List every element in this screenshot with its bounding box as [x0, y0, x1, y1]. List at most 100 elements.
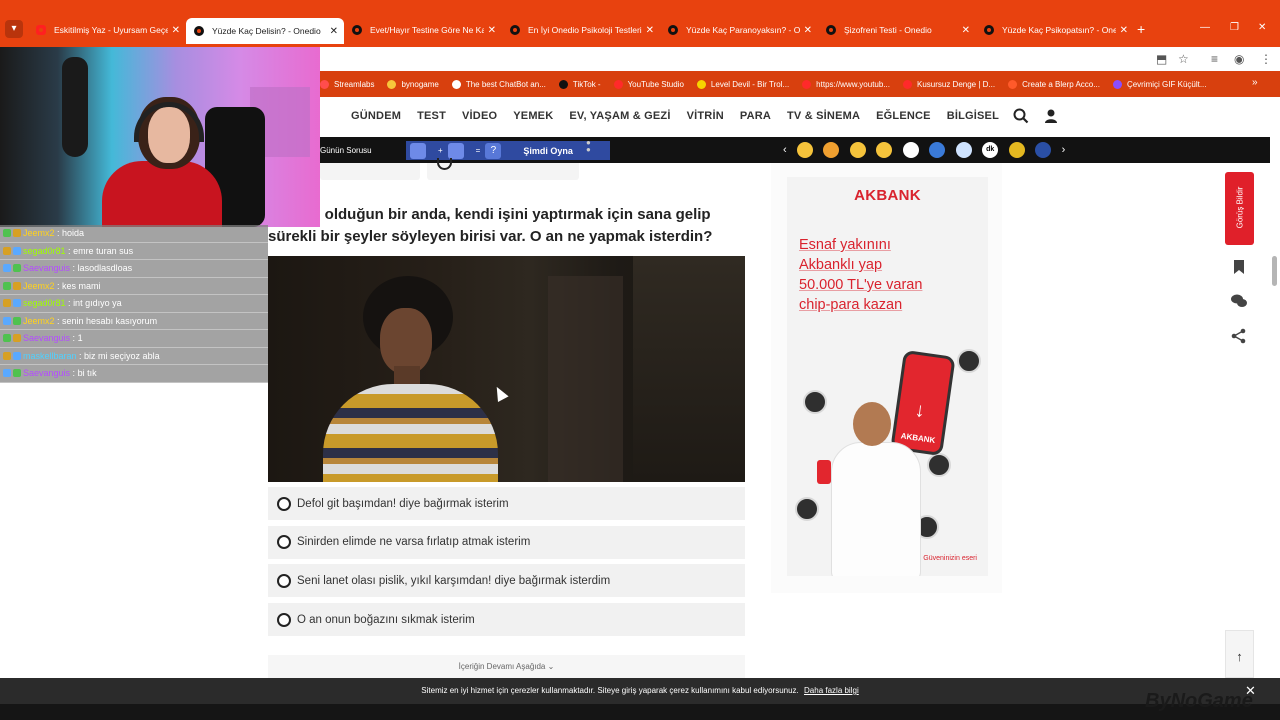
- share-icon[interactable]: [1230, 327, 1248, 345]
- comments-icon[interactable]: [1230, 292, 1248, 310]
- tab-close-icon[interactable]: ✕: [488, 25, 496, 36]
- nav-item-0[interactable]: GÜNDEM: [351, 110, 401, 122]
- user-icon[interactable]: [1042, 107, 1060, 125]
- answer-radio[interactable]: [277, 612, 291, 627]
- answer-label: Defol git başımdan! diye bağırmak isteri…: [297, 497, 509, 510]
- nav-item-8[interactable]: EĞLENCE: [876, 110, 931, 122]
- new-tab-button[interactable]: +: [1137, 21, 1145, 37]
- gunun-sorusu-label: Günün Sorusu: [320, 146, 372, 155]
- tab-close-icon[interactable]: ✕: [804, 25, 812, 36]
- answer-option-1[interactable]: Defol git başımdan! diye bağırmak isteri…: [268, 487, 745, 520]
- back-to-top-button[interactable]: ↑: [1225, 630, 1254, 678]
- onedio-icon: [510, 25, 520, 35]
- more-dots-icon[interactable]: ● ●: [586, 139, 591, 154]
- nav-item-5[interactable]: VİTRİN: [687, 110, 724, 122]
- browser-tab-1[interactable]: Yüzde Kaç Delisin? - Onedio ✕: [186, 18, 344, 44]
- chat-message: Saevanguis : bi tık: [0, 365, 268, 383]
- tab-close-icon[interactable]: ✕: [330, 26, 338, 37]
- install-app-icon[interactable]: ⬒: [1156, 52, 1167, 66]
- scrollbar-thumb[interactable]: [1272, 256, 1277, 286]
- browser-tab-2[interactable]: Evet/Hayır Testine Göre Ne Kad ✕: [344, 18, 502, 42]
- nav-item-2[interactable]: VİDEO: [462, 110, 497, 122]
- answer-option-2[interactable]: Sinirden elimde ne varsa fırlatıp atmak …: [268, 525, 745, 559]
- feedback-button[interactable]: Görüş Bildir: [1225, 172, 1254, 245]
- emoji-snow-icon[interactable]: [1035, 142, 1052, 158]
- content-continues-button[interactable]: İçeriğin Devamı Aşağıda ⌄: [268, 655, 745, 678]
- chat-badge-icon: [3, 369, 11, 377]
- browser-tab-5[interactable]: Şizofreni Testi - Onedio ✕: [818, 18, 976, 42]
- emoji-money-icon[interactable]: [1008, 142, 1025, 158]
- emoji-sad-icon[interactable]: [849, 142, 866, 158]
- minimize-icon[interactable]: —: [1200, 22, 1210, 33]
- bookmark-item[interactable]: Çevrimiçi GIF Küçült...: [1112, 79, 1207, 89]
- browser-tab-3[interactable]: En İyi Onedio Psikoloji Testleri ✕: [502, 18, 660, 42]
- bookmark-favicon-icon: [451, 79, 461, 89]
- bookmark-favicon-icon: [1008, 79, 1018, 89]
- answer-radio[interactable]: [277, 535, 291, 550]
- emoji-prev-icon[interactable]: ‹: [783, 144, 787, 156]
- emoji-laugh-icon[interactable]: [876, 142, 893, 158]
- browser-tab-strip: ▾ Eskitilmiş Yaz - Uyursam Geçer ✕ Yüzde K…: [0, 0, 1280, 47]
- emoji-next-icon[interactable]: ›: [1062, 144, 1066, 156]
- chat-separator: :: [76, 350, 85, 361]
- akbank-ad[interactable]: AKBANK Esnaf yakınını Akbanklı yap 50.000 …: [787, 177, 988, 576]
- bookmark-label: YouTube Studio: [627, 79, 684, 89]
- nav-item-1[interactable]: TEST: [417, 110, 446, 122]
- answer-option-4[interactable]: O an onun boğazını sıkmak isterim: [268, 603, 745, 637]
- bookmark-star-icon[interactable]: ☆: [1178, 52, 1189, 66]
- ad-brand: AKBANK: [854, 187, 921, 204]
- tab-search-dropdown[interactable]: ▾: [5, 20, 23, 38]
- maximize-icon[interactable]: ❐: [1230, 22, 1239, 33]
- nav-item-7[interactable]: TV & SİNEMA: [787, 110, 860, 122]
- chat-badge-icon: [13, 316, 21, 325]
- ad-chip-icon: [927, 453, 951, 477]
- media-icon[interactable]: ≡: [1211, 52, 1218, 66]
- answer-label: Seni lanet olası pislik, yıkıl karşımdan…: [297, 574, 611, 587]
- nav-item-6[interactable]: PARA: [740, 110, 771, 122]
- nav-item-3[interactable]: YEMEK: [513, 110, 553, 122]
- bookmarks-overflow-icon[interactable]: »: [1252, 77, 1258, 88]
- cookie-more-link[interactable]: Daha fazla bilgi: [804, 686, 859, 695]
- bookmark-label: Level Devil - Bir Trol...: [710, 79, 790, 89]
- bookmark-item[interactable]: Streamlabs: [320, 79, 374, 89]
- tab-close-icon[interactable]: ✕: [172, 25, 180, 36]
- browser-tab-0[interactable]: Eskitilmiş Yaz - Uyursam Geçer ✕: [28, 18, 186, 42]
- chat-text: biz mi seçiyoz abla: [84, 350, 160, 361]
- browser-tab-4[interactable]: Yüzde Kaç Paranoyaksın? - One ✕: [660, 18, 818, 42]
- bookmark-item[interactable]: Kusursuz Denge | D...: [902, 79, 995, 89]
- emoji-dk-icon[interactable]: dk: [982, 142, 999, 158]
- gif-person-shirt: [323, 384, 498, 482]
- chat-message: Saevanguis : lasodlasdloas: [0, 260, 268, 278]
- emoji-clap-icon[interactable]: [929, 142, 946, 158]
- bookmark-item[interactable]: Level Devil - Bir Trol...: [696, 79, 790, 89]
- bookmark-item[interactable]: https://www.youtub...: [802, 79, 890, 89]
- answer-radio[interactable]: [277, 496, 291, 511]
- bookmark-item[interactable]: bynogame: [387, 79, 439, 89]
- bookmark-item[interactable]: YouTube Studio: [613, 79, 684, 89]
- close-window-icon[interactable]: ✕: [1258, 22, 1266, 33]
- answer-option-3[interactable]: Seni lanet olası pislik, yıkıl karşımdan…: [268, 564, 745, 598]
- emoji-smile-icon[interactable]: [796, 142, 813, 158]
- nav-item-4[interactable]: EV, YAŞAM & GEZİ: [569, 110, 670, 122]
- menu-kebab-icon[interactable]: ⋮: [1260, 52, 1272, 66]
- tab-close-icon[interactable]: ✕: [646, 25, 654, 36]
- search-icon[interactable]: [1012, 107, 1030, 125]
- youtube-icon: [36, 25, 46, 35]
- bookmark-item[interactable]: The best ChatBot an...: [451, 79, 546, 89]
- bookmark-item[interactable]: Create a Blerp Acco...: [1008, 79, 1100, 89]
- profile-icon[interactable]: ◉: [1234, 52, 1244, 66]
- tab-close-icon[interactable]: ✕: [962, 25, 970, 36]
- emoji-cool-icon[interactable]: [955, 142, 972, 158]
- browser-tab-6[interactable]: Yüzde Kaç Psikopatsın? - Onedi ✕: [976, 18, 1134, 42]
- bookmark-icon[interactable]: [1230, 258, 1248, 276]
- answer-radio[interactable]: [277, 573, 291, 588]
- tab-title: En İyi Onedio Psikoloji Testleri: [528, 25, 642, 35]
- nav-item-9[interactable]: BİLGİSEL: [947, 110, 999, 122]
- previous-answer-box: [320, 163, 420, 180]
- cookie-text: Sitemiz en iyi hizmet için çerezler kull…: [421, 686, 799, 695]
- bookmark-item[interactable]: TikTok -: [558, 79, 601, 89]
- play-now-button[interactable]: Şimdi Oyna: [523, 146, 573, 156]
- emoji-plus-icon[interactable]: [902, 142, 919, 158]
- emoji-heart-eyes-icon[interactable]: [823, 142, 840, 158]
- tab-close-icon[interactable]: ✕: [1120, 25, 1128, 36]
